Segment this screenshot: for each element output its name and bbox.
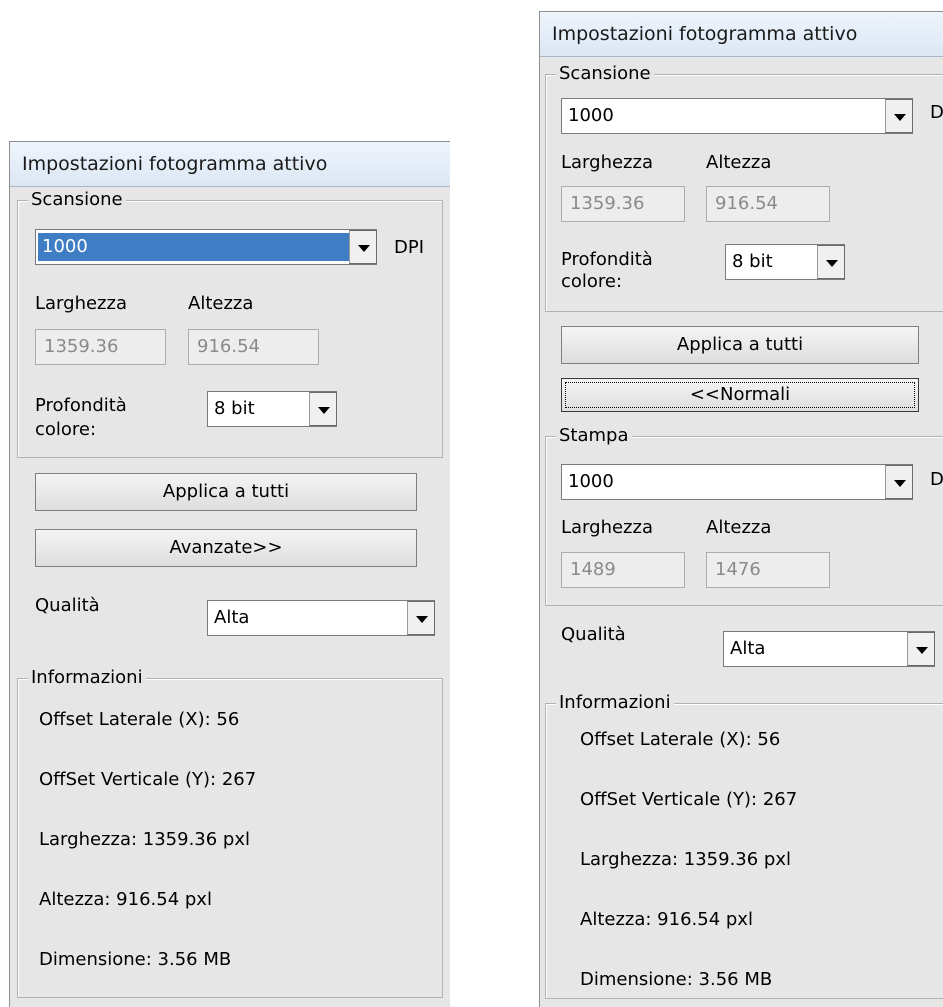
info-size: Dimensione: 3.56 MB	[39, 949, 232, 970]
print-dpi-unit: DPI	[930, 469, 943, 490]
info-group-legend: Informazioni	[556, 692, 674, 714]
chevron-down-icon[interactable]	[907, 632, 935, 666]
info-size: Dimensione: 3.56 MB	[580, 969, 773, 990]
scan-dpi-select[interactable]: 1000	[35, 229, 377, 265]
color-depth-value: 8 bit	[214, 398, 255, 419]
chevron-down-icon[interactable]	[309, 392, 337, 426]
scan-group-legend: Scansione	[28, 189, 126, 211]
info-group-legend: Informazioni	[28, 667, 146, 689]
scan-dpi-unit: DPI	[930, 102, 943, 123]
scan-width-field[interactable]: 1359.36	[35, 329, 166, 365]
chevron-down-icon[interactable]	[885, 99, 913, 133]
color-depth-select[interactable]: 8 bit	[207, 391, 337, 427]
color-depth-select[interactable]: 8 bit	[725, 244, 845, 280]
scan-dpi-value: 1000	[38, 233, 373, 261]
info-offset-y: OffSet Verticale (Y): 267	[580, 789, 798, 810]
print-dpi-select[interactable]: 1000	[561, 464, 913, 500]
print-height-label: Altezza	[706, 517, 772, 538]
quality-value: Alta	[214, 607, 250, 628]
print-width-field[interactable]: 1489	[561, 552, 685, 588]
quality-select[interactable]: Alta	[207, 600, 435, 636]
left-settings-panel: Impostazioni fotogramma attivo Scansione…	[9, 141, 450, 1007]
info-height: Altezza: 916.54 pxl	[580, 909, 753, 930]
scan-height-field[interactable]: 916.54	[706, 186, 830, 222]
color-depth-label-line1: Profondità	[561, 249, 653, 270]
scan-height-field[interactable]: 916.54	[188, 329, 319, 365]
quality-select[interactable]: Alta	[723, 631, 935, 667]
quality-label: Qualità	[561, 624, 626, 645]
chevron-down-icon[interactable]	[885, 465, 913, 499]
scan-group-legend: Scansione	[556, 63, 654, 85]
panel-title: Impostazioni fotogramma attivo	[10, 142, 450, 187]
scan-height-label: Altezza	[188, 293, 254, 314]
scan-width-label: Larghezza	[35, 293, 127, 314]
print-width-label: Larghezza	[561, 517, 653, 538]
info-offset-y: OffSet Verticale (Y): 267	[39, 769, 257, 790]
scan-width-field[interactable]: 1359.36	[561, 186, 685, 222]
info-offset-x: Offset Laterale (X): 56	[580, 729, 781, 750]
info-width: Larghezza: 1359.36 pxl	[39, 829, 250, 850]
print-height-field[interactable]: 1476	[706, 552, 830, 588]
color-depth-label-line2: colore:	[561, 271, 623, 292]
chevron-down-icon[interactable]	[349, 230, 377, 264]
scan-height-label: Altezza	[706, 152, 772, 173]
info-offset-x: Offset Laterale (X): 56	[39, 709, 240, 730]
print-group-legend: Stampa	[556, 425, 632, 447]
advanced-button[interactable]: Avanzate>>	[35, 529, 417, 567]
chevron-down-icon[interactable]	[407, 601, 435, 635]
scan-dpi-select[interactable]: 1000	[561, 98, 913, 134]
color-depth-label-line1: Profondità	[35, 395, 127, 416]
quality-value: Alta	[730, 638, 766, 659]
scan-dpi-value: 1000	[568, 105, 614, 126]
color-depth-label-line2: colore:	[35, 419, 97, 440]
panel-title: Impostazioni fotogramma attivo	[540, 12, 943, 57]
normal-mode-button[interactable]: <<Normali	[561, 378, 919, 412]
quality-label: Qualità	[35, 595, 100, 616]
color-depth-value: 8 bit	[732, 251, 773, 272]
scan-dpi-unit: DPI	[394, 237, 425, 258]
apply-to-all-button[interactable]: Applica a tutti	[35, 473, 417, 511]
print-dpi-value: 1000	[568, 471, 614, 492]
right-settings-panel: Impostazioni fotogramma attivo Scansione…	[539, 11, 943, 1007]
info-height: Altezza: 916.54 pxl	[39, 889, 212, 910]
chevron-down-icon[interactable]	[817, 245, 845, 279]
scan-width-label: Larghezza	[561, 152, 653, 173]
info-width: Larghezza: 1359.36 pxl	[580, 849, 791, 870]
apply-to-all-button[interactable]: Applica a tutti	[561, 326, 919, 364]
